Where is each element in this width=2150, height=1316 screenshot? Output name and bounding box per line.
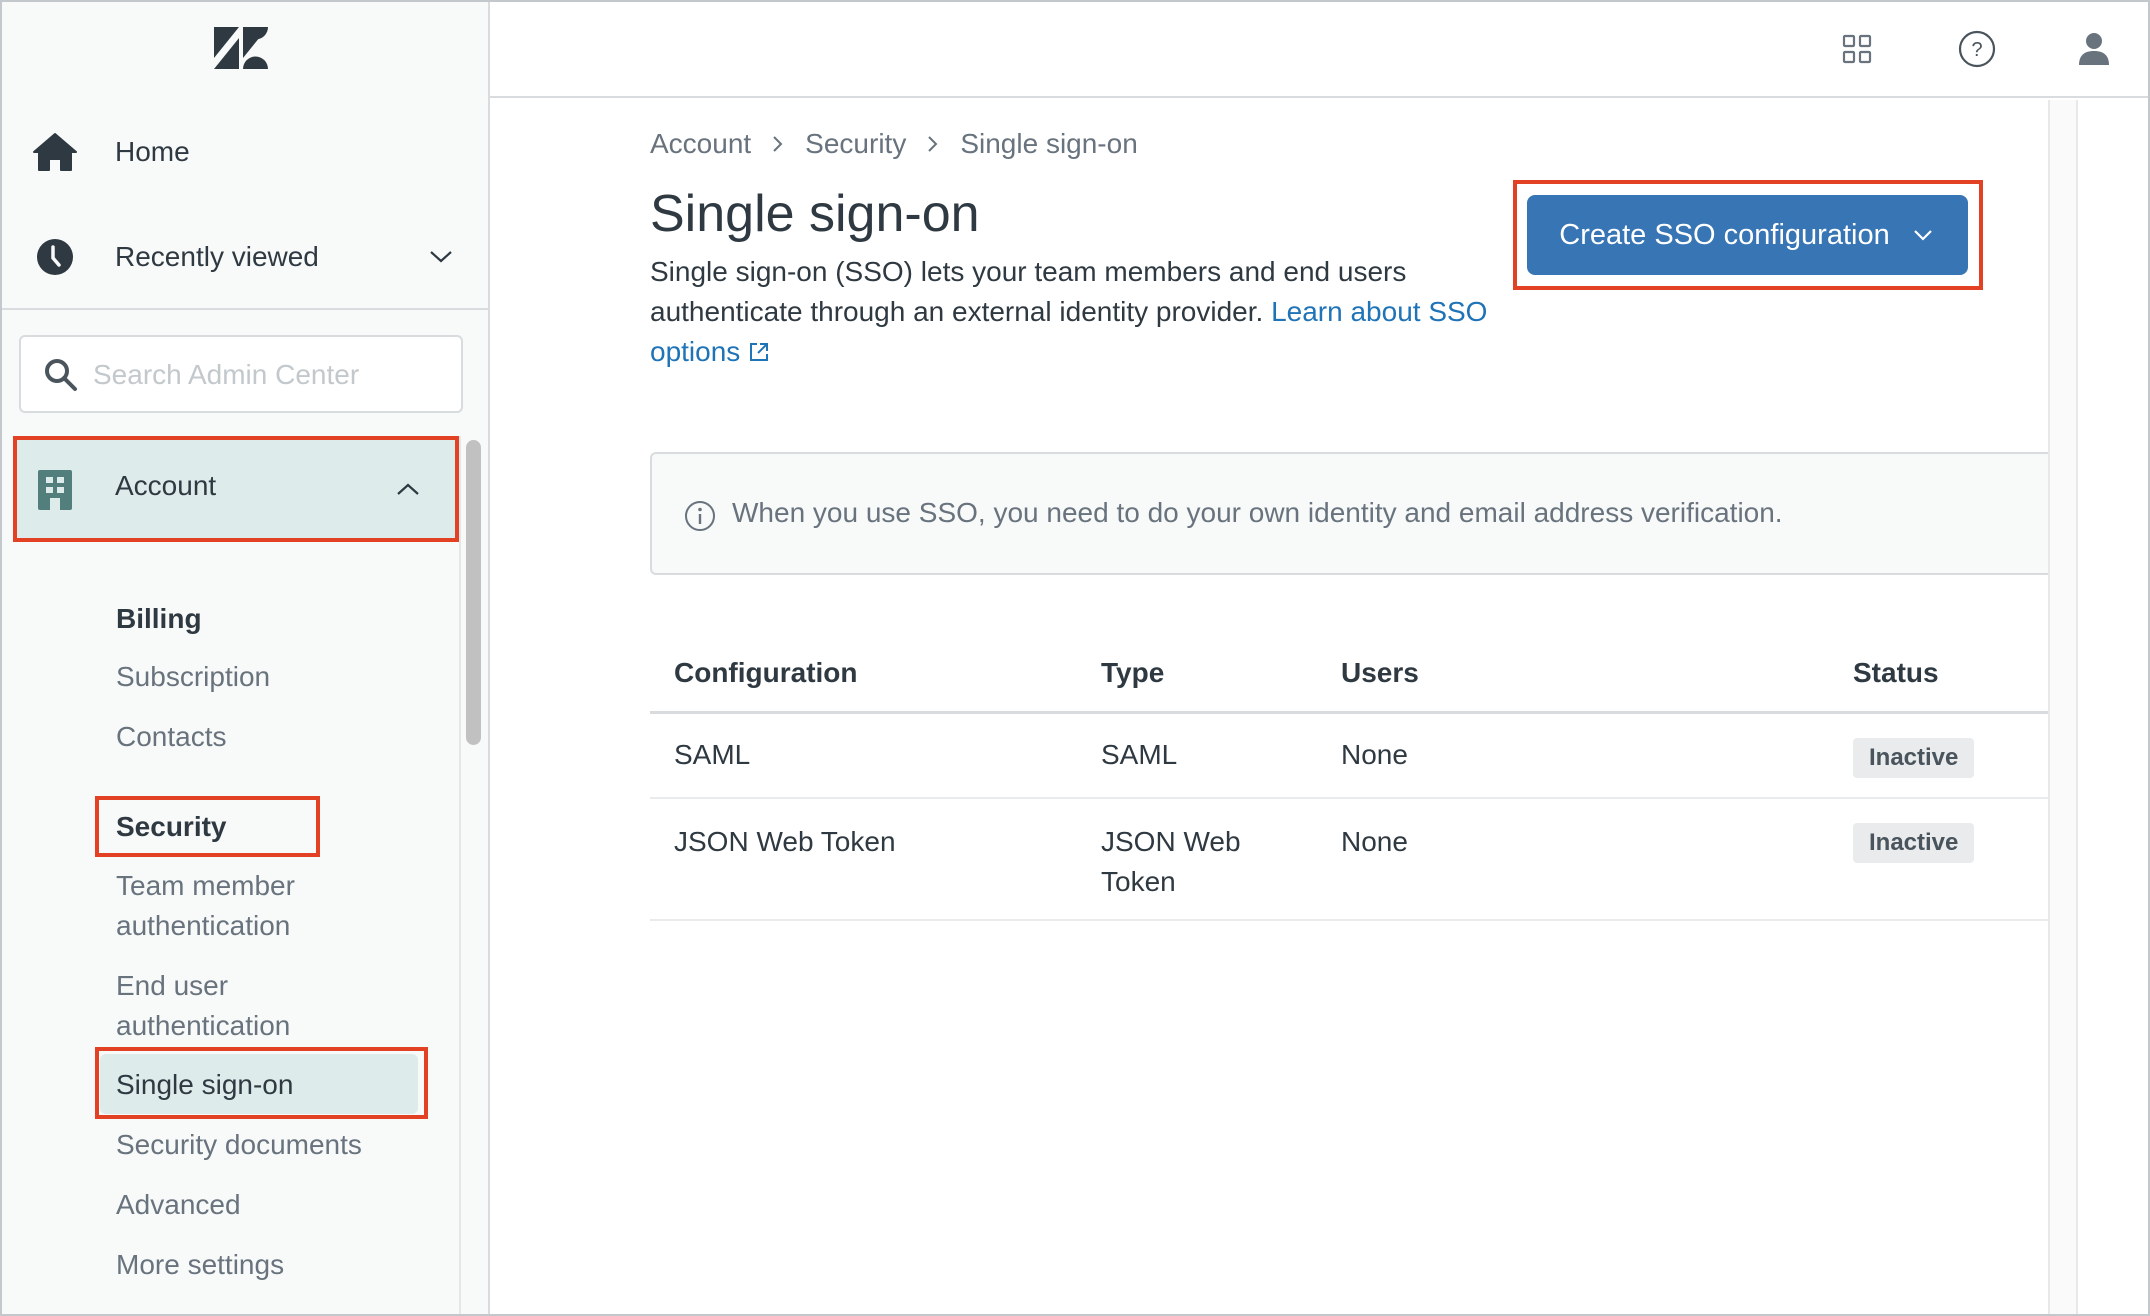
info-notice: When you use SSO, you need to do your ow… [650,452,2048,575]
page-description: Single sign-on (SSO) lets your team memb… [650,252,1530,372]
info-text: When you use SSO, you need to do your ow… [732,497,1783,528]
user-profile-icon[interactable] [2072,27,2116,71]
cell-type: SAML [1101,739,1178,770]
cell-users: None [1341,826,1408,857]
sidebar-divider [0,308,488,310]
sidebar-item-recently-viewed[interactable]: Recently viewed [0,217,488,297]
breadcrumb-security[interactable]: Security [805,128,906,160]
search-admin-center[interactable] [19,335,463,413]
sidebar-item-end-user-authentication[interactable]: End user authentication [116,966,336,1046]
sidebar: Home Recently viewed Account Billing Sub… [0,0,490,1316]
column-header-configuration: Configuration [674,657,858,688]
sidebar-item-billing[interactable]: Billing [116,599,202,639]
sidebar-item-contacts[interactable]: Contacts [116,717,227,757]
search-icon [45,359,77,391]
top-bar: ? [490,0,2150,98]
sidebar-item-advanced[interactable]: Advanced [116,1185,241,1225]
create-sso-configuration-button[interactable]: Create SSO configuration [1527,195,1968,275]
main-scrollbar-track[interactable] [2048,100,2078,1316]
status-badge: Inactive [1853,823,1975,863]
page-title: Single sign-on [650,185,980,243]
recently-viewed-label: Recently viewed [115,241,319,272]
sidebar-item-home[interactable]: Home [0,112,488,192]
chevron-down-icon[interactable] [426,242,456,272]
row-divider [650,919,2048,921]
svg-text:?: ? [1971,39,1982,61]
column-header-users: Users [1341,657,1419,688]
column-header-status: Status [1853,657,1939,688]
sidebar-item-account[interactable]: Account [13,438,459,540]
create-button-label: Create SSO configuration [1559,218,1890,251]
status-badge: Inactive [1853,738,1975,778]
cell-configuration: SAML [674,739,751,770]
sidebar-item-more-settings[interactable]: More settings [116,1245,284,1285]
sidebar-item-team-member-authentication[interactable]: Team member authentication [116,866,336,946]
building-icon [38,470,72,510]
sidebar-scroll-track [459,436,461,1316]
sidebar-item-security[interactable]: Security [116,807,227,847]
clock-icon [32,234,78,280]
column-header-type: Type [1101,657,1165,688]
breadcrumb: Account Security Single sign-on [650,128,1138,160]
cell-type: JSON Web Token [1101,826,1241,897]
cell-configuration: JSON Web Token [674,826,896,857]
external-link-icon [750,343,769,361]
chevron-up-icon[interactable] [393,474,423,504]
sidebar-scrollbar[interactable] [466,440,481,745]
sidebar-item-subscription[interactable]: Subscription [116,657,270,697]
row-divider [650,797,2048,799]
breadcrumb-single-sign-on: Single sign-on [960,128,1138,159]
chevron-right-icon [928,136,938,152]
account-label: Account [115,470,217,501]
home-label: Home [115,136,190,167]
home-icon [32,129,78,175]
chevron-right-icon [773,136,783,152]
main-content: Account Security Single sign-on Single s… [490,100,2048,1316]
info-icon [685,501,715,531]
zendesk-logo-icon[interactable] [214,27,268,69]
search-input[interactable] [93,349,453,401]
chevron-down-icon [1913,230,1932,241]
cell-users: None [1341,739,1408,770]
sidebar-item-security-documents[interactable]: Security documents [116,1125,362,1165]
table-header-divider [650,711,2048,714]
breadcrumb-account[interactable]: Account [650,128,751,160]
help-icon[interactable]: ? [1955,27,1999,71]
products-grid-icon[interactable] [1835,27,1879,71]
sidebar-item-single-sign-on[interactable]: Single sign-on [116,1065,293,1105]
